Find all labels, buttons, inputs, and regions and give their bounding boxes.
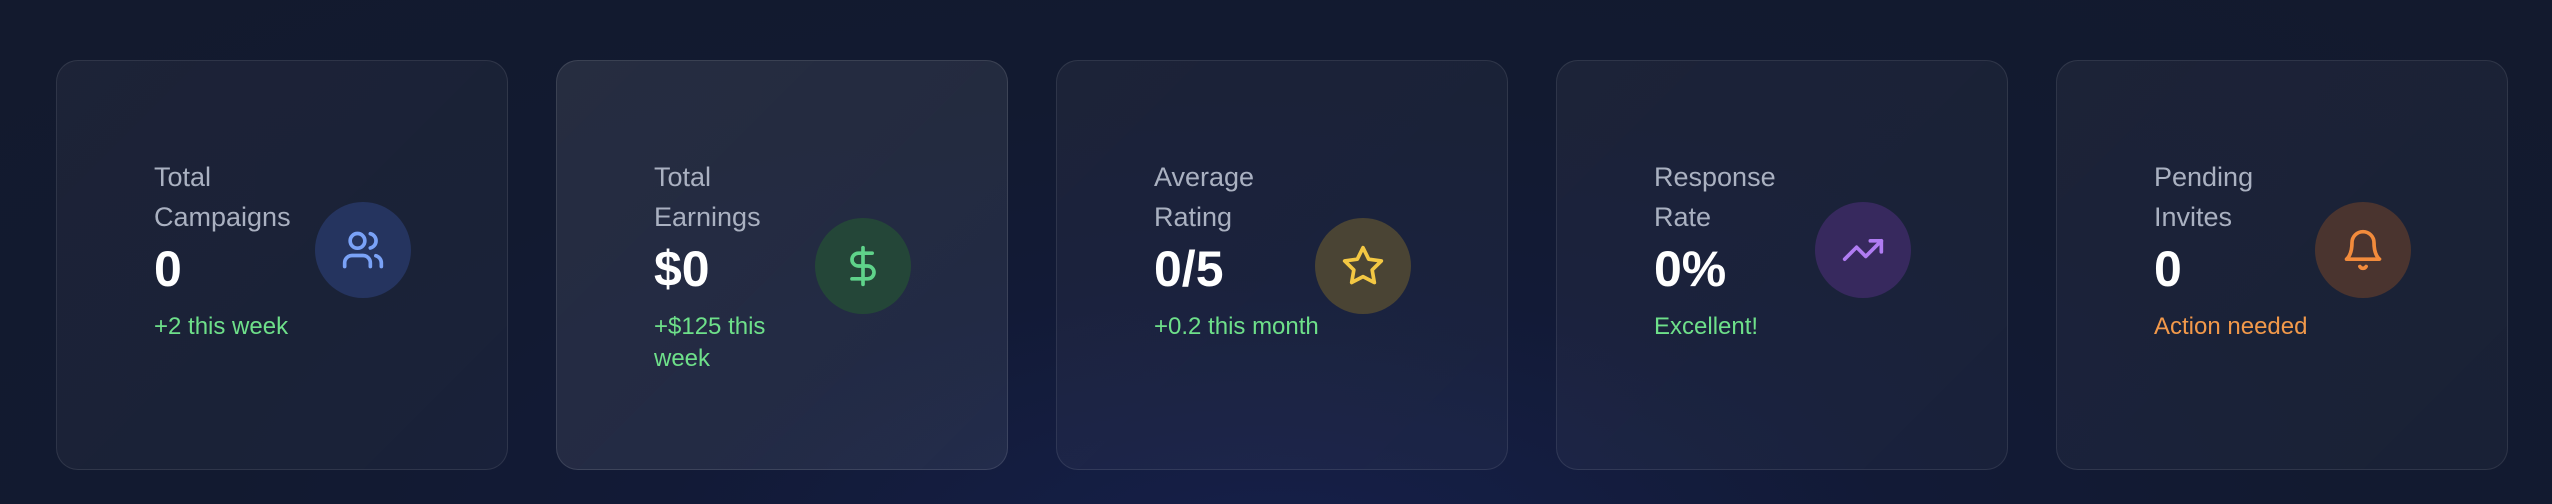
stat-card-pending-invites[interactable]: Pending Invites 0 Action needed	[2056, 60, 2508, 470]
stat-change: Excellent!	[1654, 313, 1759, 340]
stat-card-body: Average Rating 0/5 +0.2 this month	[1154, 157, 1324, 343]
stat-change: +0.2 this month	[1154, 313, 1319, 340]
stat-card-average-rating[interactable]: Average Rating 0/5 +0.2 this month	[1056, 60, 1508, 470]
stat-value: $0	[654, 241, 710, 297]
stat-label: Average Rating	[1154, 162, 1255, 232]
trending-up-icon	[1815, 202, 1911, 298]
star-icon	[1315, 218, 1411, 314]
stat-label: Total Earnings	[654, 162, 761, 232]
stat-card-body: Total Earnings $0 +$125 this week	[654, 157, 824, 375]
stat-label: Total Campaigns	[154, 162, 291, 232]
bell-icon	[2315, 202, 2411, 298]
stat-value: 0/5	[1154, 241, 1224, 297]
stat-change: +$125 this week	[654, 313, 766, 372]
stat-card-total-earnings[interactable]: Total Earnings $0 +$125 this week	[556, 60, 1008, 470]
stats-row: Total Campaigns 0 +2 this week Total Ear…	[56, 60, 2508, 470]
stat-value: 0%	[1654, 241, 1727, 297]
stat-label: Response Rate	[1654, 162, 1776, 232]
stat-card-response-rate[interactable]: Response Rate 0% Excellent!	[1556, 60, 2008, 470]
users-icon	[315, 202, 411, 298]
stat-card-total-campaigns[interactable]: Total Campaigns 0 +2 this week	[56, 60, 508, 470]
dollar-icon	[815, 218, 911, 314]
stat-change: +2 this week	[154, 313, 289, 340]
stat-change: Action needed	[2154, 313, 2308, 340]
stat-card-body: Response Rate 0% Excellent!	[1654, 157, 1824, 343]
stat-card-body: Pending Invites 0 Action needed	[2154, 157, 2324, 343]
stat-label: Pending Invites	[2154, 162, 2254, 232]
stat-value: 0	[154, 241, 182, 297]
stat-card-body: Total Campaigns 0 +2 this week	[154, 157, 324, 343]
stat-value: 0	[2154, 241, 2182, 297]
